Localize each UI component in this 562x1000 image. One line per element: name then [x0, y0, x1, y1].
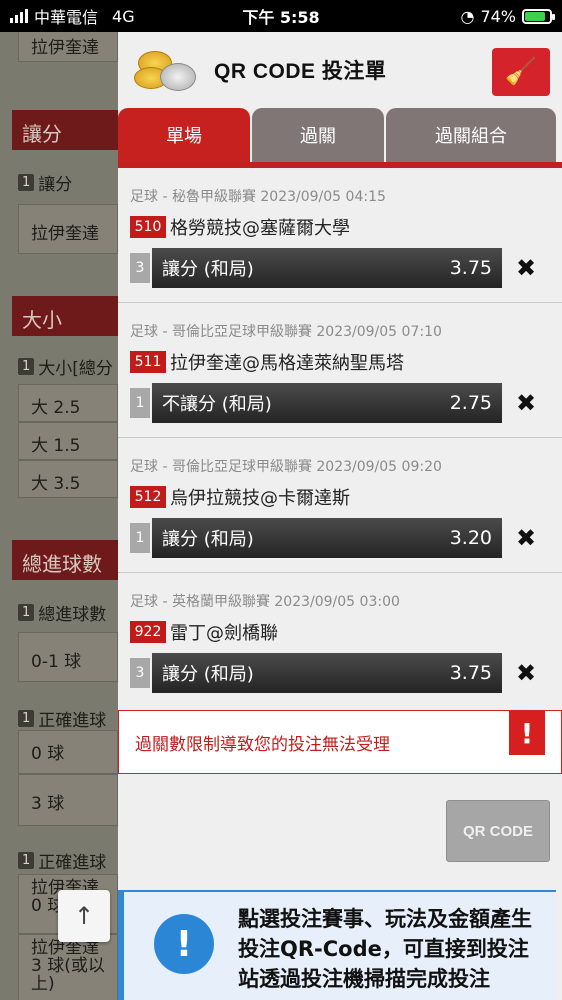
bg-row: 3 球 — [18, 774, 118, 826]
signal-icon — [10, 9, 28, 23]
network-type: 4G — [112, 6, 135, 26]
selection-bar: 不讓分 (和局) 2.75 — [152, 383, 502, 423]
bg-section-title: 總進球數 — [12, 540, 118, 580]
panel-title: QR CODE 投注單 — [214, 60, 387, 83]
info-box: ! 點選投注賽事、玩法及金額產生投注QR-Code，可直接到投注站透過投注機掃描… — [118, 890, 556, 1000]
panel-header: QR CODE 投注單 🧹 — [118, 32, 562, 108]
battery-icon — [522, 8, 555, 24]
error-text: 過關數限制導致您的投注無法受理 — [135, 734, 390, 755]
selection-number: 3 — [130, 253, 150, 283]
qr-bet-slip-panel: QR CODE 投注單 🧹 單場 過關 過關組合 足球 - 秘魯甲級聯賽 202… — [118, 32, 562, 1000]
arrow-up-icon: ↑ — [73, 902, 95, 930]
background-page: 拉伊奎達 讓分 1 讓分 拉伊奎達 大小 1 大小[總分 大 2.5 大 1.5 大… — [0, 32, 118, 1000]
close-icon[interactable]: ✖ — [516, 254, 536, 282]
bg-label: 1 正確進球 — [18, 706, 106, 731]
qr-code-button[interactable]: QR CODE — [446, 800, 550, 862]
bg-section-title: 讓分 — [12, 110, 118, 150]
bg-section-title: 大小 — [12, 296, 118, 336]
bet-meta: 足球 - 哥倫比亞足球甲級聯賽 2023/09/05 07:10 — [130, 324, 442, 340]
close-icon[interactable]: ✖ — [516, 659, 536, 687]
selection-number: 1 — [130, 523, 150, 553]
broom-icon: 🧹 — [504, 57, 538, 87]
tab-parlay[interactable]: 過關 — [252, 108, 384, 162]
bet-meta: 足球 - 英格蘭甲級聯賽 2023/09/05 03:00 — [130, 594, 400, 610]
clock: 下午 5:58 — [242, 8, 320, 27]
bg-label: 1 正確進球 — [18, 848, 106, 873]
bet-type-tabs: 單場 過關 過關組合 — [118, 108, 562, 168]
odds: 2.75 — [449, 392, 492, 414]
selection-bar: 讓分 (和局) 3.75 — [152, 653, 502, 693]
bg-row: 大 1.5 — [18, 422, 118, 460]
bg-row: 0-1 球 — [18, 632, 118, 682]
selection-number: 3 — [130, 658, 150, 688]
battery-percent: 74% — [480, 6, 516, 26]
match-name: 格勞競技@塞薩爾大學 — [170, 218, 350, 239]
status-bar: 中華電信 4G 下午 5:58 ◔ 74% — [0, 0, 562, 32]
carrier: 中華電信 — [34, 8, 99, 27]
bet-item: 足球 - 秘魯甲級聯賽 2023/09/05 04:15 510 格勞競技@塞薩爾… — [118, 168, 562, 303]
odds: 3.20 — [449, 527, 492, 549]
exclamation-icon: ! — [509, 711, 545, 755]
clear-all-button[interactable]: 🧹 — [492, 48, 550, 96]
bg-row: 拉伊奎達 — [18, 204, 118, 254]
bet-item: 足球 - 哥倫比亞足球甲級聯賽 2023/09/05 07:10 511 拉伊奎達… — [118, 303, 562, 438]
error-message: 過關數限制導致您的投注無法受理 ! — [118, 710, 562, 774]
odds: 3.75 — [449, 257, 492, 279]
match-number: 511 — [130, 351, 166, 373]
match-name: 雷丁@劍橋聯 — [170, 623, 278, 644]
bg-row: 0 球 — [18, 730, 118, 774]
rotation-lock-icon: ◔ — [460, 6, 475, 26]
bg-label: 1 總進球數 — [18, 600, 106, 625]
bg-label: 1 大小[總分 — [18, 354, 113, 379]
bg-row: 大 3.5 — [18, 460, 118, 498]
bet-item: 足球 - 英格蘭甲級聯賽 2023/09/05 03:00 922 雷丁@劍橋聯 … — [118, 573, 562, 708]
selection-bar: 讓分 (和局) 3.20 — [152, 518, 502, 558]
bg-row: 大 2.5 — [18, 384, 118, 422]
selection-name: 讓分 (和局) — [162, 529, 254, 550]
selection-name: 不讓分 (和局) — [162, 394, 272, 415]
tab-single[interactable]: 單場 — [118, 108, 250, 162]
close-icon[interactable]: ✖ — [516, 389, 536, 417]
bg-row: 拉伊奎達 — [18, 32, 118, 62]
match-number: 922 — [130, 621, 166, 643]
bet-meta: 足球 - 哥倫比亞足球甲級聯賽 2023/09/05 09:20 — [130, 459, 442, 475]
odds: 3.75 — [449, 662, 492, 684]
close-icon[interactable]: ✖ — [516, 524, 536, 552]
match-name: 拉伊奎達@馬格達萊納聖馬塔 — [170, 353, 404, 374]
info-icon: ! — [154, 914, 214, 974]
match-name: 烏伊拉競技@卡爾達斯 — [170, 488, 350, 509]
bg-label: 1 讓分 — [18, 170, 72, 195]
match-number: 510 — [130, 216, 166, 238]
selection-bar: 讓分 (和局) 3.75 — [152, 248, 502, 288]
selection-number: 1 — [130, 388, 150, 418]
selection-name: 讓分 (和局) — [162, 259, 254, 280]
selection-name: 讓分 (和局) — [162, 664, 254, 685]
bet-item: 足球 - 哥倫比亞足球甲級聯賽 2023/09/05 09:20 512 烏伊拉競… — [118, 438, 562, 573]
info-text: 點選投注賽事、玩法及金額產生投注QR-Code，可直接到投注站透過投注機掃描完成… — [238, 907, 532, 991]
bet-meta: 足球 - 秘魯甲級聯賽 2023/09/05 04:15 — [130, 189, 386, 205]
scroll-top-button[interactable]: ↑ — [58, 890, 110, 942]
bg-row: 拉伊奎達 3 球(或以上) — [18, 934, 118, 1000]
coins-icon — [130, 45, 200, 95]
tab-parlay-combo[interactable]: 過關組合 — [386, 108, 556, 162]
match-number: 512 — [130, 486, 166, 508]
